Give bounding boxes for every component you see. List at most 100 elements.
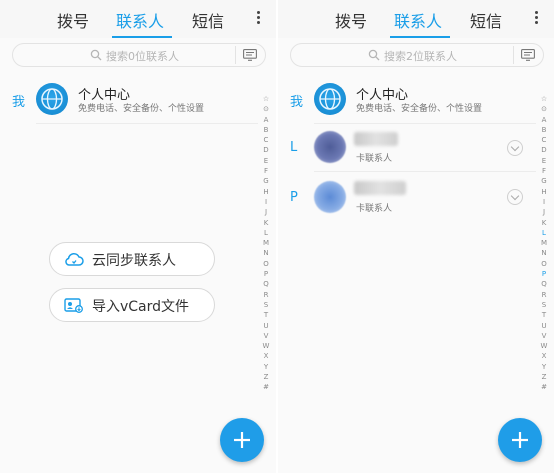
contact-avatar: [314, 181, 346, 213]
personal-center-avatar: [36, 83, 68, 115]
tab-contacts[interactable]: 联系人: [116, 8, 164, 32]
index-j[interactable]: J: [538, 207, 550, 217]
contact-row[interactable]: P 卡联系人: [278, 173, 536, 219]
index-k[interactable]: K: [260, 218, 272, 228]
index-f[interactable]: F: [260, 166, 272, 176]
personal-center-subtitle: 免费电话、安全备份、个性设置: [356, 104, 483, 114]
index-hash[interactable]: #: [260, 382, 272, 392]
index-a[interactable]: A: [260, 115, 272, 125]
tab-messages[interactable]: 短信: [192, 8, 224, 32]
contacts-screen-empty: 拨号 联系人 短信 搜索0位联系人 我 个人中心 免费电话、安全备份、个性设置 …: [0, 0, 276, 473]
index-v[interactable]: V: [538, 331, 550, 341]
search-bar[interactable]: 搜索0位联系人: [12, 43, 266, 67]
index-h[interactable]: H: [260, 187, 272, 197]
index-c[interactable]: C: [260, 135, 272, 145]
index-e[interactable]: E: [538, 156, 550, 166]
index-n[interactable]: N: [260, 248, 272, 258]
index-x[interactable]: X: [538, 351, 550, 361]
contact-name-redacted: [354, 132, 398, 146]
index-l[interactable]: L: [260, 228, 272, 238]
index-d[interactable]: D: [538, 145, 550, 155]
index-q[interactable]: Q: [260, 279, 272, 289]
index-k[interactable]: K: [538, 218, 550, 228]
active-tab-indicator: [390, 36, 450, 38]
tab-contacts[interactable]: 联系人: [394, 8, 442, 32]
index-p[interactable]: P: [260, 269, 272, 279]
index-b[interactable]: B: [260, 125, 272, 135]
import-vcard-button[interactable]: 导入vCard文件: [49, 288, 215, 322]
row-divider: [314, 123, 536, 124]
index-g[interactable]: G: [538, 176, 550, 186]
plus-icon: [512, 432, 528, 448]
index-star[interactable]: ☆: [260, 94, 272, 104]
index-u[interactable]: U: [260, 321, 272, 331]
index-i[interactable]: I: [538, 197, 550, 207]
index-target[interactable]: ⊙: [260, 104, 272, 114]
personal-center-avatar: [314, 83, 346, 115]
index-i[interactable]: I: [260, 197, 272, 207]
index-target[interactable]: ⊙: [538, 104, 550, 114]
index-o[interactable]: O: [538, 259, 550, 269]
personal-center-row[interactable]: 我 个人中心 免费电话、安全备份、个性设置: [278, 78, 536, 124]
import-vcard-label: 导入vCard文件: [92, 299, 190, 315]
index-star[interactable]: ☆: [538, 94, 550, 104]
business-card-scan-icon[interactable]: [243, 49, 257, 61]
cloud-sync-icon: [65, 252, 84, 266]
index-n[interactable]: N: [538, 248, 550, 258]
index-d[interactable]: D: [260, 145, 272, 155]
index-z[interactable]: Z: [260, 372, 272, 382]
search-bar[interactable]: 搜索2位联系人: [290, 43, 544, 67]
add-contact-button[interactable]: [220, 418, 264, 462]
alphabet-index-bar[interactable]: ☆ ⊙ A B C D E F G H I J K L M N O P Q R …: [538, 94, 550, 393]
more-menu-icon[interactable]: [534, 11, 540, 27]
index-j[interactable]: J: [260, 207, 272, 217]
plus-icon: [234, 432, 250, 448]
expand-contact-button[interactable]: [507, 189, 523, 205]
index-g[interactable]: G: [260, 176, 272, 186]
tab-messages[interactable]: 短信: [470, 8, 502, 32]
index-v[interactable]: V: [260, 331, 272, 341]
index-t[interactable]: T: [538, 310, 550, 320]
index-x[interactable]: X: [260, 351, 272, 361]
index-p[interactable]: P: [538, 269, 550, 279]
cloud-sync-label: 云同步联系人: [92, 253, 176, 269]
tab-dial[interactable]: 拨号: [57, 8, 89, 32]
index-h[interactable]: H: [538, 187, 550, 197]
index-c[interactable]: C: [538, 135, 550, 145]
more-menu-icon[interactable]: [256, 11, 262, 27]
business-card-scan-icon[interactable]: [521, 49, 535, 61]
search-icon: [368, 49, 380, 61]
index-s[interactable]: S: [260, 300, 272, 310]
index-o[interactable]: O: [260, 259, 272, 269]
personal-center-subtitle: 免费电话、安全备份、个性设置: [78, 104, 205, 114]
cloud-sync-contacts-button[interactable]: 云同步联系人: [49, 242, 215, 276]
index-b[interactable]: B: [538, 125, 550, 135]
index-r[interactable]: R: [260, 290, 272, 300]
section-letter: 我: [290, 95, 304, 110]
index-r[interactable]: R: [538, 290, 550, 300]
index-a[interactable]: A: [538, 115, 550, 125]
contact-row[interactable]: L 卡联系人: [278, 125, 536, 171]
tab-dial[interactable]: 拨号: [335, 8, 367, 32]
personal-center-row[interactable]: 我 个人中心 免费电话、安全备份、个性设置: [0, 78, 258, 124]
add-contact-button[interactable]: [498, 418, 542, 462]
index-w[interactable]: W: [260, 341, 272, 351]
index-s[interactable]: S: [538, 300, 550, 310]
section-letter: P: [290, 190, 298, 205]
index-m[interactable]: M: [260, 238, 272, 248]
search-divider: [235, 46, 236, 64]
index-hash[interactable]: #: [538, 382, 550, 392]
index-m[interactable]: M: [538, 238, 550, 248]
index-f[interactable]: F: [538, 166, 550, 176]
index-t[interactable]: T: [260, 310, 272, 320]
index-w[interactable]: W: [538, 341, 550, 351]
alphabet-index-bar[interactable]: ☆ ⊙ A B C D E F G H I J K L M N O P Q R …: [260, 94, 272, 393]
index-q[interactable]: Q: [538, 279, 550, 289]
index-l[interactable]: L: [538, 228, 550, 238]
index-y[interactable]: Y: [538, 362, 550, 372]
index-y[interactable]: Y: [260, 362, 272, 372]
expand-contact-button[interactable]: [507, 140, 523, 156]
index-e[interactable]: E: [260, 156, 272, 166]
index-u[interactable]: U: [538, 321, 550, 331]
index-z[interactable]: Z: [538, 372, 550, 382]
